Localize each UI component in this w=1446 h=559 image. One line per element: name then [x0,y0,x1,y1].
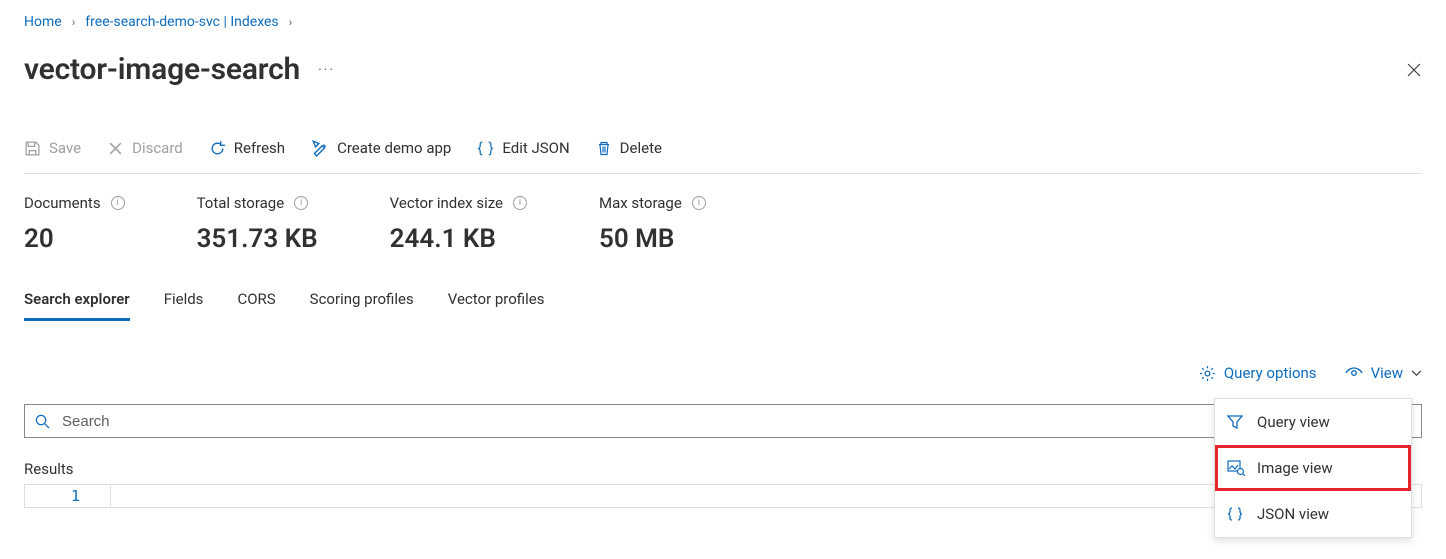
info-icon[interactable]: i [294,196,308,210]
stat-total-storage-value: 351.73 KB [197,224,318,254]
view-menu-query-label: Query view [1257,413,1330,431]
view-menu-json-label: JSON view [1257,505,1329,523]
stat-documents: Documents i 20 [24,194,125,254]
results-line-number: 1 [25,485,111,507]
tabs: Search explorer Fields CORS Scoring prof… [24,290,1422,322]
create-demo-app-button[interactable]: Create demo app [311,139,451,157]
breadcrumb-home[interactable]: Home [24,14,62,30]
edit-json-button[interactable]: Edit JSON [477,139,569,157]
refresh-button[interactable]: Refresh [209,139,285,157]
close-icon [1406,62,1422,78]
eye-icon [1345,366,1363,380]
design-icon [311,139,329,157]
trash-icon [596,140,612,157]
braces-icon [1227,506,1245,522]
search-icon [35,414,50,429]
info-icon[interactable]: i [111,196,125,210]
gear-icon [1199,365,1216,382]
stat-vector-index-label: Vector index size [390,194,503,212]
view-label: View [1371,364,1403,382]
tab-scoring-profiles[interactable]: Scoring profiles [310,290,414,321]
tab-fields[interactable]: Fields [164,290,204,321]
search-wrap [24,404,1422,438]
create-demo-label: Create demo app [337,139,451,157]
close-button[interactable] [1406,62,1422,78]
stat-max-storage-value: 50 MB [599,224,706,254]
save-button: Save [24,139,81,157]
page-title: vector-image-search [24,52,300,87]
stat-vector-index: Vector index size i 244.1 KB [390,194,527,254]
more-actions-button[interactable]: ··· [318,62,335,78]
delete-label: Delete [620,139,662,157]
chevron-right-icon: › [72,15,76,29]
stat-max-storage-label: Max storage [599,194,682,212]
discard-label: Discard [132,139,183,157]
stat-total-storage: Total storage i 351.73 KB [197,194,318,254]
save-label: Save [49,139,81,157]
discard-button: Discard [107,139,183,157]
stats-row: Documents i 20 Total storage i 351.73 KB… [24,194,1422,254]
discard-icon [107,140,124,157]
query-options-row: Query options View Query view Im [24,364,1422,382]
chevron-right-icon: › [289,15,293,29]
view-menu-json[interactable]: JSON view [1215,491,1411,537]
refresh-icon [209,140,226,157]
stat-documents-value: 20 [24,224,125,254]
info-icon[interactable]: i [692,196,706,210]
edit-json-label: Edit JSON [502,139,569,157]
tab-cors[interactable]: CORS [237,290,275,321]
image-search-icon [1227,460,1245,476]
chevron-down-icon [1411,370,1422,377]
query-options-button[interactable]: Query options [1199,364,1317,382]
search-box[interactable] [24,404,1422,438]
tab-vector-profiles[interactable]: Vector profiles [448,290,545,321]
filter-icon [1227,414,1245,430]
breadcrumb-service-indexes[interactable]: free-search-demo-svc | Indexes [85,14,278,30]
tab-search-explorer[interactable]: Search explorer [24,290,130,321]
stat-total-storage-label: Total storage [197,194,285,212]
title-row: vector-image-search ··· [24,52,1422,87]
toolbar: Save Discard Refresh Create demo app Edi… [24,139,1422,174]
results-label: Results [24,460,1422,478]
view-menu-image-label: Image view [1257,459,1333,477]
results-box: 1 [24,484,1422,508]
delete-button[interactable]: Delete [596,139,662,157]
stat-max-storage: Max storage i 50 MB [599,194,706,254]
info-icon[interactable]: i [513,196,527,210]
view-dropdown-button[interactable]: View [1345,364,1422,382]
query-options-label: Query options [1224,364,1317,382]
braces-icon [477,140,494,157]
stat-documents-label: Documents [24,194,101,212]
breadcrumb: Home › free-search-demo-svc | Indexes › [24,14,1422,30]
save-icon [24,140,41,157]
refresh-label: Refresh [234,139,285,157]
search-input[interactable] [60,412,1411,431]
view-menu-image[interactable]: Image view [1215,445,1411,491]
stat-vector-index-value: 244.1 KB [390,224,527,254]
view-menu: Query view Image view JSON view [1214,398,1412,538]
view-menu-query[interactable]: Query view [1215,399,1411,445]
